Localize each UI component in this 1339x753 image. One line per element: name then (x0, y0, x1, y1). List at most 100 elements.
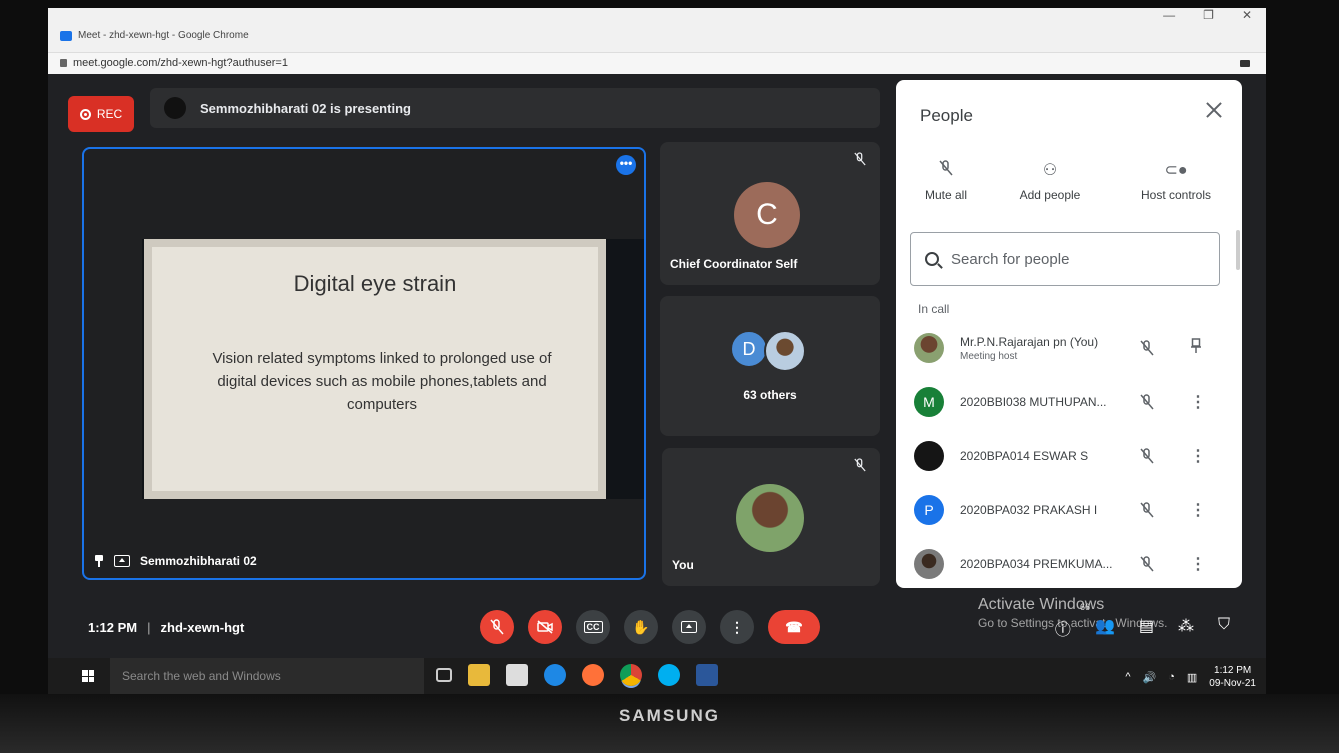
mic-off-icon[interactable] (1140, 556, 1154, 572)
minimize-icon[interactable]: — (1163, 8, 1175, 22)
wifi-icon[interactable]: ◔ (1168, 671, 1175, 683)
word-icon[interactable] (696, 664, 718, 686)
participant-role: Meeting host (960, 350, 1018, 362)
mic-toggle-button[interactable] (480, 610, 514, 644)
chevron-up-icon[interactable]: ^ (1125, 671, 1130, 683)
search-input[interactable] (951, 250, 1191, 268)
host-controls-button[interactable]: ⊂● Host controls (1128, 160, 1224, 202)
pin-icon[interactable] (94, 555, 104, 567)
slide-body: Vision related symptoms linked to prolon… (212, 350, 552, 413)
people-icon[interactable]: 👥 (1095, 616, 1115, 640)
presenter-name: Semmozhibharati 02 (140, 554, 257, 568)
captions-icon: CC (583, 621, 603, 633)
more-options-button[interactable]: ⋮ (720, 610, 754, 644)
present-screen-icon (114, 555, 130, 567)
restore-icon[interactable]: ❐ (1203, 8, 1214, 22)
more-options-icon[interactable]: ⋮ (1190, 392, 1206, 412)
info-icon[interactable]: ⓘ (1055, 616, 1071, 640)
shield-icon[interactable]: ⛉ (1218, 616, 1230, 640)
more-options-icon[interactable]: ••• (616, 155, 636, 175)
presenting-banner: Semmozhibharati 02 is presenting (150, 88, 880, 128)
presentation-tile[interactable]: ••• Digital eye strain Vision related sy… (82, 147, 646, 580)
avatar (764, 330, 806, 372)
leave-call-button[interactable]: ☎ (768, 610, 820, 644)
list-item[interactable]: M 2020BBI038 MUTHUPAN... ⋮ (914, 382, 1214, 422)
others-count: 63 others (743, 388, 797, 402)
slide-title: Digital eye strain (293, 271, 457, 296)
avatar (914, 441, 944, 471)
file-explorer-icon[interactable] (468, 664, 490, 686)
chrome-icon[interactable] (620, 664, 642, 686)
monitor-frame: Meet - zhd-xewn-hgt - Google Chrome — ❐ … (0, 0, 1339, 753)
participant-name: 2020BPA034 PREMKUMA... (960, 557, 1113, 571)
record-icon (79, 108, 91, 120)
url-text: meet.google.com/zhd-xewn-hgt?authuser=1 (73, 57, 288, 69)
more-options-icon[interactable]: ⋮ (1190, 446, 1206, 466)
people-panel: People Mute all ⚇ Add people ⊂● Host con… (896, 80, 1242, 588)
notifications-icon[interactable]: ▥ (1187, 671, 1197, 684)
meet-favicon-icon (60, 30, 72, 41)
participant-name: You (672, 558, 694, 572)
chat-icon[interactable]: ▤ (1139, 616, 1154, 640)
firefox-icon[interactable] (582, 664, 604, 686)
system-tray: ^ 🔊 ◔ ▥ 1:12 PM 09-Nov-21 (1125, 664, 1256, 690)
close-icon[interactable] (1204, 100, 1224, 120)
more-vert-icon: ⋮ (730, 618, 744, 635)
toggle-icon: ⊂● (1164, 162, 1188, 179)
skype-icon[interactable] (658, 664, 680, 686)
add-person-icon: ⚇ (1042, 162, 1058, 179)
mic-off-icon (854, 152, 866, 166)
meeting-code: zhd-xewn-hgt (160, 620, 245, 635)
address-bar[interactable]: meet.google.com/zhd-xewn-hgt?authuser=1 (48, 52, 1266, 74)
meet-stage: REC Semmozhibharati 02 is presenting •••… (48, 74, 1266, 658)
task-view-icon[interactable] (436, 668, 452, 682)
meeting-details[interactable]: 1:12 PM | zhd-xewn-hgt (88, 620, 244, 635)
store-icon[interactable] (506, 664, 528, 686)
camera-toggle-button[interactable] (528, 610, 562, 644)
chrome-titlebar: Meet - zhd-xewn-hgt - Google Chrome — ❐ … (48, 8, 1266, 52)
window-controls: — ❐ ✕ (1163, 8, 1252, 22)
presentation-slide: Digital eye strain Vision related sympto… (144, 239, 606, 499)
list-item[interactable]: 2020BPA014 ESWAR S ⋮ (914, 436, 1214, 476)
mute-all-button[interactable]: Mute all (914, 160, 978, 202)
self-tile[interactable]: You (662, 448, 880, 586)
camera-icon[interactable] (1240, 60, 1250, 67)
windows-start-icon[interactable] (82, 670, 94, 682)
avatar: P (914, 495, 944, 525)
close-window-icon[interactable]: ✕ (1242, 8, 1252, 22)
taskbar-apps (436, 664, 718, 686)
captions-button[interactable]: CC (576, 610, 610, 644)
mic-off-icon[interactable] (1140, 502, 1154, 518)
mic-off-icon (490, 619, 504, 635)
list-item[interactable]: Mr.P.N.Rajarajan pn (You) Meeting host (914, 328, 1214, 368)
hand-icon: ✋ (632, 618, 650, 635)
list-item[interactable]: 2020BPA034 PREMKUMA... ⋮ (914, 544, 1214, 584)
mic-off-icon[interactable] (1140, 448, 1154, 464)
participants-count-badge: 66 (1080, 602, 1091, 612)
edge-icon[interactable] (544, 664, 566, 686)
taskbar-clock[interactable]: 1:12 PM 09-Nov-21 (1209, 664, 1256, 690)
activities-icon[interactable]: ⁂ (1178, 616, 1194, 640)
avatar (914, 549, 944, 579)
present-screen-icon (681, 621, 697, 633)
mic-off-icon[interactable] (1140, 394, 1154, 410)
scrollbar[interactable] (1236, 230, 1240, 270)
more-options-icon[interactable]: ⋮ (1190, 500, 1206, 520)
participant-tile[interactable]: C Chief Coordinator Self (660, 142, 880, 285)
mic-off-icon (939, 160, 953, 176)
add-people-button[interactable]: ⚇ Add people (1010, 160, 1090, 202)
list-item[interactable]: P 2020BPA032 PRAKASH I ⋮ (914, 490, 1214, 530)
more-options-icon[interactable]: ⋮ (1190, 554, 1206, 574)
others-tile[interactable]: D 63 others (660, 296, 880, 436)
raise-hand-button[interactable]: ✋ (624, 610, 658, 644)
panel-title: People (920, 106, 973, 125)
window-title: Meet - zhd-xewn-hgt - Google Chrome (60, 30, 249, 41)
mic-off-icon[interactable] (1140, 340, 1154, 356)
volume-icon[interactable]: 🔊 (1143, 671, 1157, 684)
search-field[interactable] (910, 232, 1220, 286)
pin-icon[interactable] (1190, 338, 1202, 354)
present-button[interactable] (672, 610, 706, 644)
presenter-avatar (164, 97, 186, 119)
screen: Meet - zhd-xewn-hgt - Google Chrome — ❐ … (48, 8, 1266, 694)
taskbar-search[interactable]: Search the web and Windows (110, 658, 424, 694)
